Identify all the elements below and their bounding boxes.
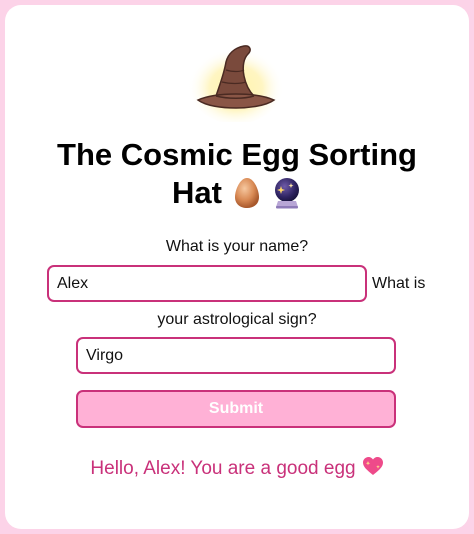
sparkling-heart-icon <box>362 456 384 482</box>
sign-label-part2: your astrological sign? <box>157 311 317 328</box>
name-label: What is your name? <box>165 238 309 255</box>
sorting-form: What is your name? What is your astrolog… <box>0 0 474 534</box>
name-input[interactable] <box>47 265 367 302</box>
sign-input[interactable] <box>76 337 396 374</box>
submit-button[interactable]: Submit <box>76 390 396 428</box>
sign-label-part1: What is <box>372 275 426 292</box>
result-message: Hello, Alex! You are a good egg <box>0 456 474 482</box>
result-text: Hello, Alex! You are a good egg <box>90 458 356 479</box>
